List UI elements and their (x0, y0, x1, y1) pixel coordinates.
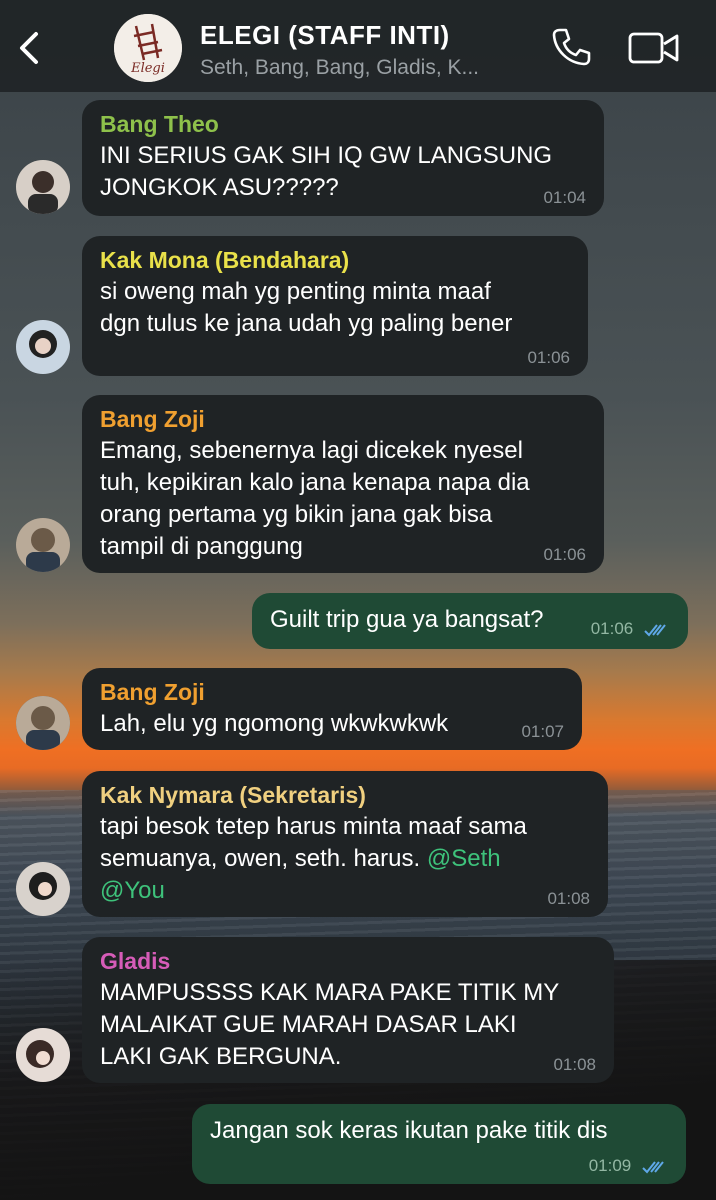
avatar-bang-theo[interactable] (16, 160, 70, 214)
message-time: 01:08 (547, 889, 590, 908)
back-button[interactable] (14, 28, 44, 68)
chevron-left-icon (20, 32, 38, 64)
message-time-wrap: 01:06 (591, 619, 670, 639)
message-text: si oweng mah yg penting minta maaf dgn t… (100, 278, 513, 337)
message-text-wrap: tapi besok tetep harus minta maaf sama s… (100, 811, 590, 907)
mention-you[interactable]: @You (100, 877, 165, 904)
message-bubble[interactable]: Bang Zoji Lah, elu yg ngomong wkwkwkwk 0… (82, 668, 582, 750)
chat-title[interactable]: ELEGI (STAFF INTI) (200, 20, 450, 51)
group-avatar[interactable]: Elegi (114, 14, 182, 82)
message-bubble[interactable]: Bang Theo INI SERIUS GAK SIH IQ GW LANGS… (82, 100, 604, 216)
message-time: 01:06 (543, 545, 586, 564)
message-sender: Kak Mona (Bendahara) (100, 247, 350, 273)
video-camera-icon (628, 32, 679, 64)
message-text: Emang, sebenernya lagi dicekek nyesel tu… (100, 437, 530, 560)
avatar-kak-nymara[interactable] (16, 862, 70, 916)
message-time: 01:06 (590, 619, 634, 638)
chat-members[interactable]: Seth, Bang, Bang, Gladis, K... (200, 56, 479, 80)
video-call-button[interactable] (628, 30, 680, 66)
message-bubble[interactable]: Gladis MAMPUSSSS KAK MARA PAKE TITIK MY … (82, 937, 614, 1083)
message-time: 01:04 (543, 188, 586, 207)
read-ticks-icon (642, 1160, 664, 1174)
message-sender: Gladis (100, 948, 171, 974)
logo-text: Elegi (130, 61, 165, 76)
read-ticks-icon (644, 623, 666, 637)
message-time: 01:06 (527, 348, 570, 367)
avatar-bang-zoji[interactable] (16, 696, 70, 750)
chat-header: Elegi ELEGI (STAFF INTI) Seth, Bang, Ban… (0, 0, 716, 92)
group-logo: Elegi (114, 14, 182, 82)
message-time: 01:08 (553, 1055, 596, 1074)
message-text: MAMPUSSSS KAK MARA PAKE TITIK MY MALAIKA… (100, 979, 560, 1070)
message-time-wrap: 01:09 (589, 1156, 668, 1176)
message-sender: Bang Zoji (100, 406, 205, 432)
avatar-gladis[interactable] (16, 1028, 70, 1082)
message-sender: Bang Zoji (100, 679, 205, 705)
message-text: INI SERIUS GAK SIH IQ GW LANGSUNG JONGKO… (100, 142, 553, 201)
message-text: Jangan sok keras ikutan pake titik dis (210, 1117, 608, 1144)
avatar-bang-zoji[interactable] (16, 518, 70, 572)
message-bubble[interactable]: Kak Nymara (Sekretaris) tapi besok tetep… (82, 771, 608, 917)
message-bubble[interactable]: Bang Zoji Emang, sebenernya lagi dicekek… (82, 395, 604, 573)
message-bubble[interactable]: Kak Mona (Bendahara) si oweng mah yg pen… (82, 236, 588, 376)
message-bubble-outgoing[interactable]: Jangan sok keras ikutan pake titik dis 0… (192, 1104, 686, 1184)
mention-seth[interactable]: @Seth (427, 845, 501, 872)
phone-icon (552, 28, 591, 66)
message-sender: Kak Nymara (Sekretaris) (100, 782, 366, 808)
avatar-kak-mona[interactable] (16, 320, 70, 374)
voice-call-button[interactable] (550, 26, 592, 68)
message-time: 01:09 (588, 1156, 632, 1175)
message-text: Lah, elu yg ngomong wkwkwkwk (100, 710, 449, 737)
message-sender: Bang Theo (100, 111, 219, 137)
message-bubble-outgoing[interactable]: Guilt trip gua ya bangsat? 01:06 (252, 593, 688, 649)
message-time: 01:07 (521, 722, 564, 741)
